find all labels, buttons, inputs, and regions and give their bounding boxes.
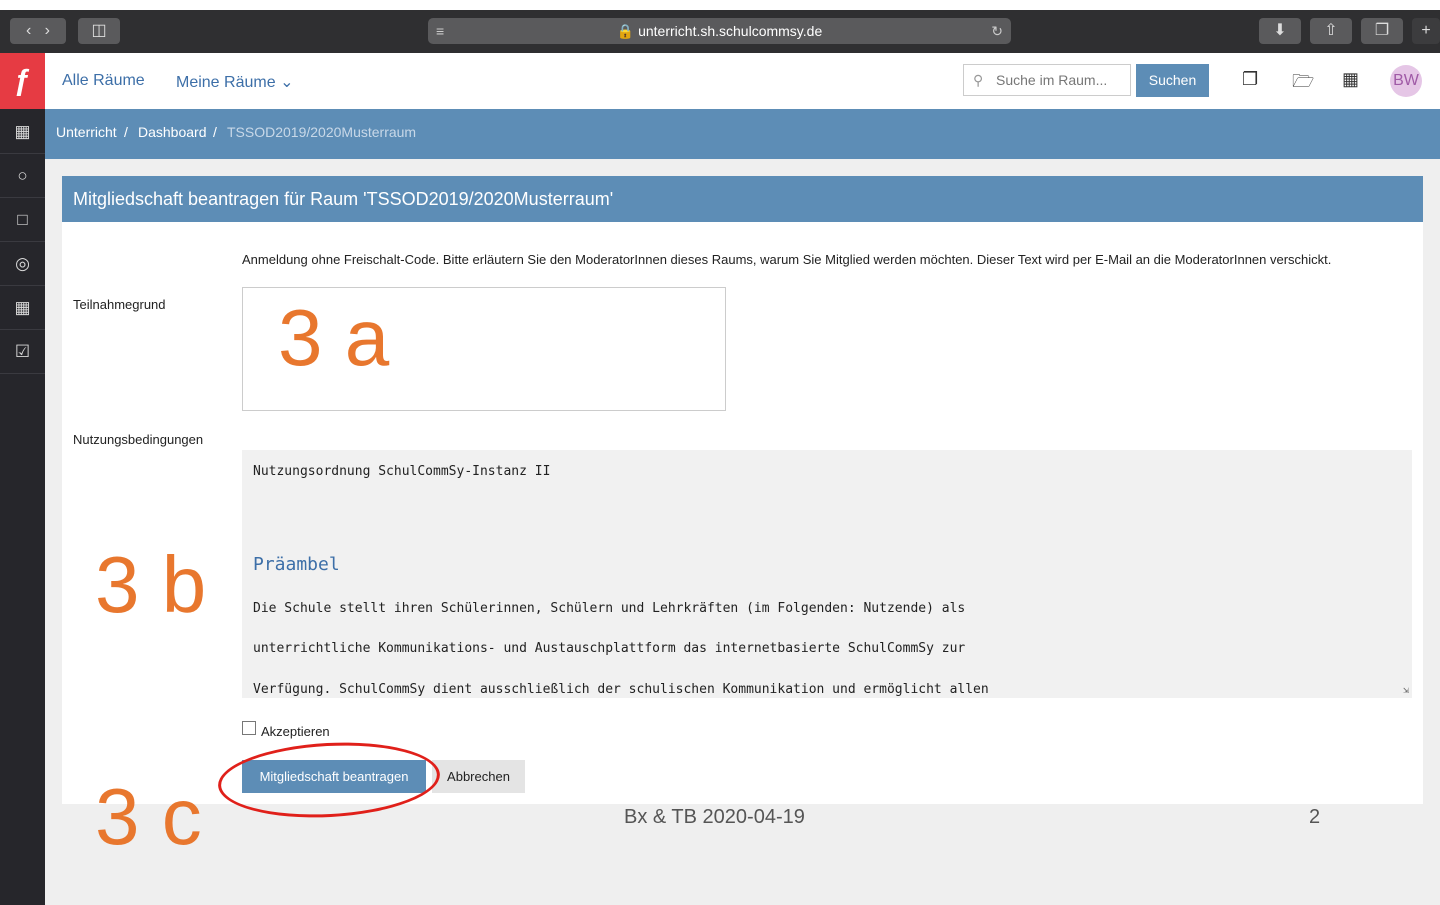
breadcrumb: Unterricht / Dashboard / TSSOD2019/2020M… bbox=[45, 109, 1440, 159]
browser-toolbar: ‹ › ◫ ≡ 🔒 unterricht.sh.schulcommsy.de ↻… bbox=[0, 0, 1440, 53]
annotation-3c: 3 c bbox=[95, 772, 202, 861]
terms-heading: Präambel bbox=[253, 554, 340, 575]
terms-textarea[interactable]: Nutzungsordnung SchulCommSy-Instanz II P… bbox=[242, 450, 1412, 698]
reader-icon[interactable]: ≡ bbox=[436, 18, 444, 44]
annotation-3a: 3 a bbox=[278, 293, 390, 382]
back-forward-buttons[interactable]: ‹ › bbox=[10, 18, 66, 44]
breadcrumb-dashboard[interactable]: Dashboard bbox=[138, 124, 207, 140]
cancel-button[interactable]: Abbrechen bbox=[432, 760, 525, 793]
tabs-icon[interactable]: ❐ bbox=[1361, 18, 1403, 44]
footer-text: Bx & TB 2020-04-19 bbox=[624, 806, 805, 828]
chevron-down-icon: ⌄ bbox=[280, 74, 294, 91]
folder-icon[interactable]: 🗁 bbox=[1292, 69, 1314, 99]
chevron-left-icon[interactable]: ‹ bbox=[26, 22, 31, 39]
discussion-icon[interactable]: ◎ bbox=[0, 242, 45, 286]
share-icon[interactable]: ⇧ bbox=[1310, 18, 1352, 44]
chevron-right-icon[interactable]: › bbox=[45, 22, 50, 39]
avatar[interactable]: BW bbox=[1390, 65, 1422, 97]
membership-form: Mitgliedschaft beantragen für Raum 'TSSO… bbox=[62, 176, 1423, 804]
reload-icon[interactable]: ↻ bbox=[991, 18, 1003, 44]
search-button[interactable]: Suchen bbox=[1136, 64, 1209, 97]
qr-icon[interactable]: ▦ bbox=[1342, 69, 1359, 90]
search-input[interactable]: ⚲ Suche im Raum... bbox=[963, 64, 1131, 96]
terms-title: Nutzungsordnung SchulCommSy-Instanz II bbox=[253, 464, 551, 479]
lock-icon: 🔒 bbox=[616, 23, 635, 39]
annotation-3b: 3 b bbox=[95, 540, 207, 629]
top-navigation: Alle Räume Meine Räume ⌄ ⚲ Suche im Raum.… bbox=[45, 53, 1440, 109]
page-number: 2 bbox=[1309, 806, 1321, 828]
terms-line: Verfügung. SchulCommSy dient ausschließl… bbox=[253, 682, 989, 697]
url-text: unterricht.sh.schulcommsy.de bbox=[638, 23, 823, 39]
todo-check-icon[interactable]: ☑ bbox=[0, 330, 45, 374]
terms-line: unterrichtliche Kommunikations- und Aust… bbox=[253, 641, 966, 656]
breadcrumb-separator: / bbox=[124, 124, 128, 140]
calendar-icon[interactable]: ▦ bbox=[0, 286, 45, 330]
accept-label[interactable]: Akzeptieren bbox=[261, 724, 330, 739]
download-icon[interactable]: ⬇ bbox=[1259, 18, 1301, 44]
info-text: Anmeldung ohne Freischalt-Code. Bitte er… bbox=[242, 252, 1332, 267]
document-icon[interactable]: □ bbox=[0, 198, 45, 242]
my-rooms-dropdown[interactable]: Meine Räume ⌄ bbox=[176, 72, 293, 92]
address-bar[interactable]: ≡ 🔒 unterricht.sh.schulcommsy.de ↻ bbox=[428, 18, 1011, 44]
copy-icon[interactable]: ❐ bbox=[1242, 69, 1258, 90]
slide-top-strip bbox=[0, 0, 1440, 10]
left-sidebar: ƒ ▦ ○ □ ◎ ▦ ☑ bbox=[0, 53, 45, 905]
resize-handle-icon[interactable]: ⇲ bbox=[1403, 685, 1409, 696]
breadcrumb-current: TSSOD2019/2020Musterraum bbox=[227, 124, 417, 140]
search-icon: ⚲ bbox=[973, 72, 984, 88]
page-title: Mitgliedschaft beantragen für Raum 'TSSO… bbox=[62, 176, 1423, 222]
sidebar-toggle-icon[interactable]: ◫ bbox=[78, 18, 120, 44]
commsy-logo[interactable]: ƒ bbox=[0, 53, 45, 109]
reason-label: Teilnahmegrund bbox=[73, 297, 166, 312]
my-rooms-label: Meine Räume bbox=[176, 74, 276, 91]
qr-code-icon[interactable]: ▦ bbox=[0, 110, 45, 154]
all-rooms-link[interactable]: Alle Räume bbox=[62, 72, 145, 90]
accept-checkbox[interactable] bbox=[242, 721, 256, 735]
chat-icon[interactable]: ○ bbox=[0, 154, 45, 198]
new-tab-icon[interactable]: + bbox=[1412, 18, 1440, 44]
terms-label: Nutzungsbedingungen bbox=[73, 432, 204, 447]
terms-line: Die Schule stellt ihren Schülerinnen, Sc… bbox=[253, 601, 966, 616]
breadcrumb-unterricht[interactable]: Unterricht bbox=[56, 124, 117, 140]
search-placeholder: Suche im Raum... bbox=[996, 72, 1108, 88]
breadcrumb-separator: / bbox=[213, 124, 217, 140]
